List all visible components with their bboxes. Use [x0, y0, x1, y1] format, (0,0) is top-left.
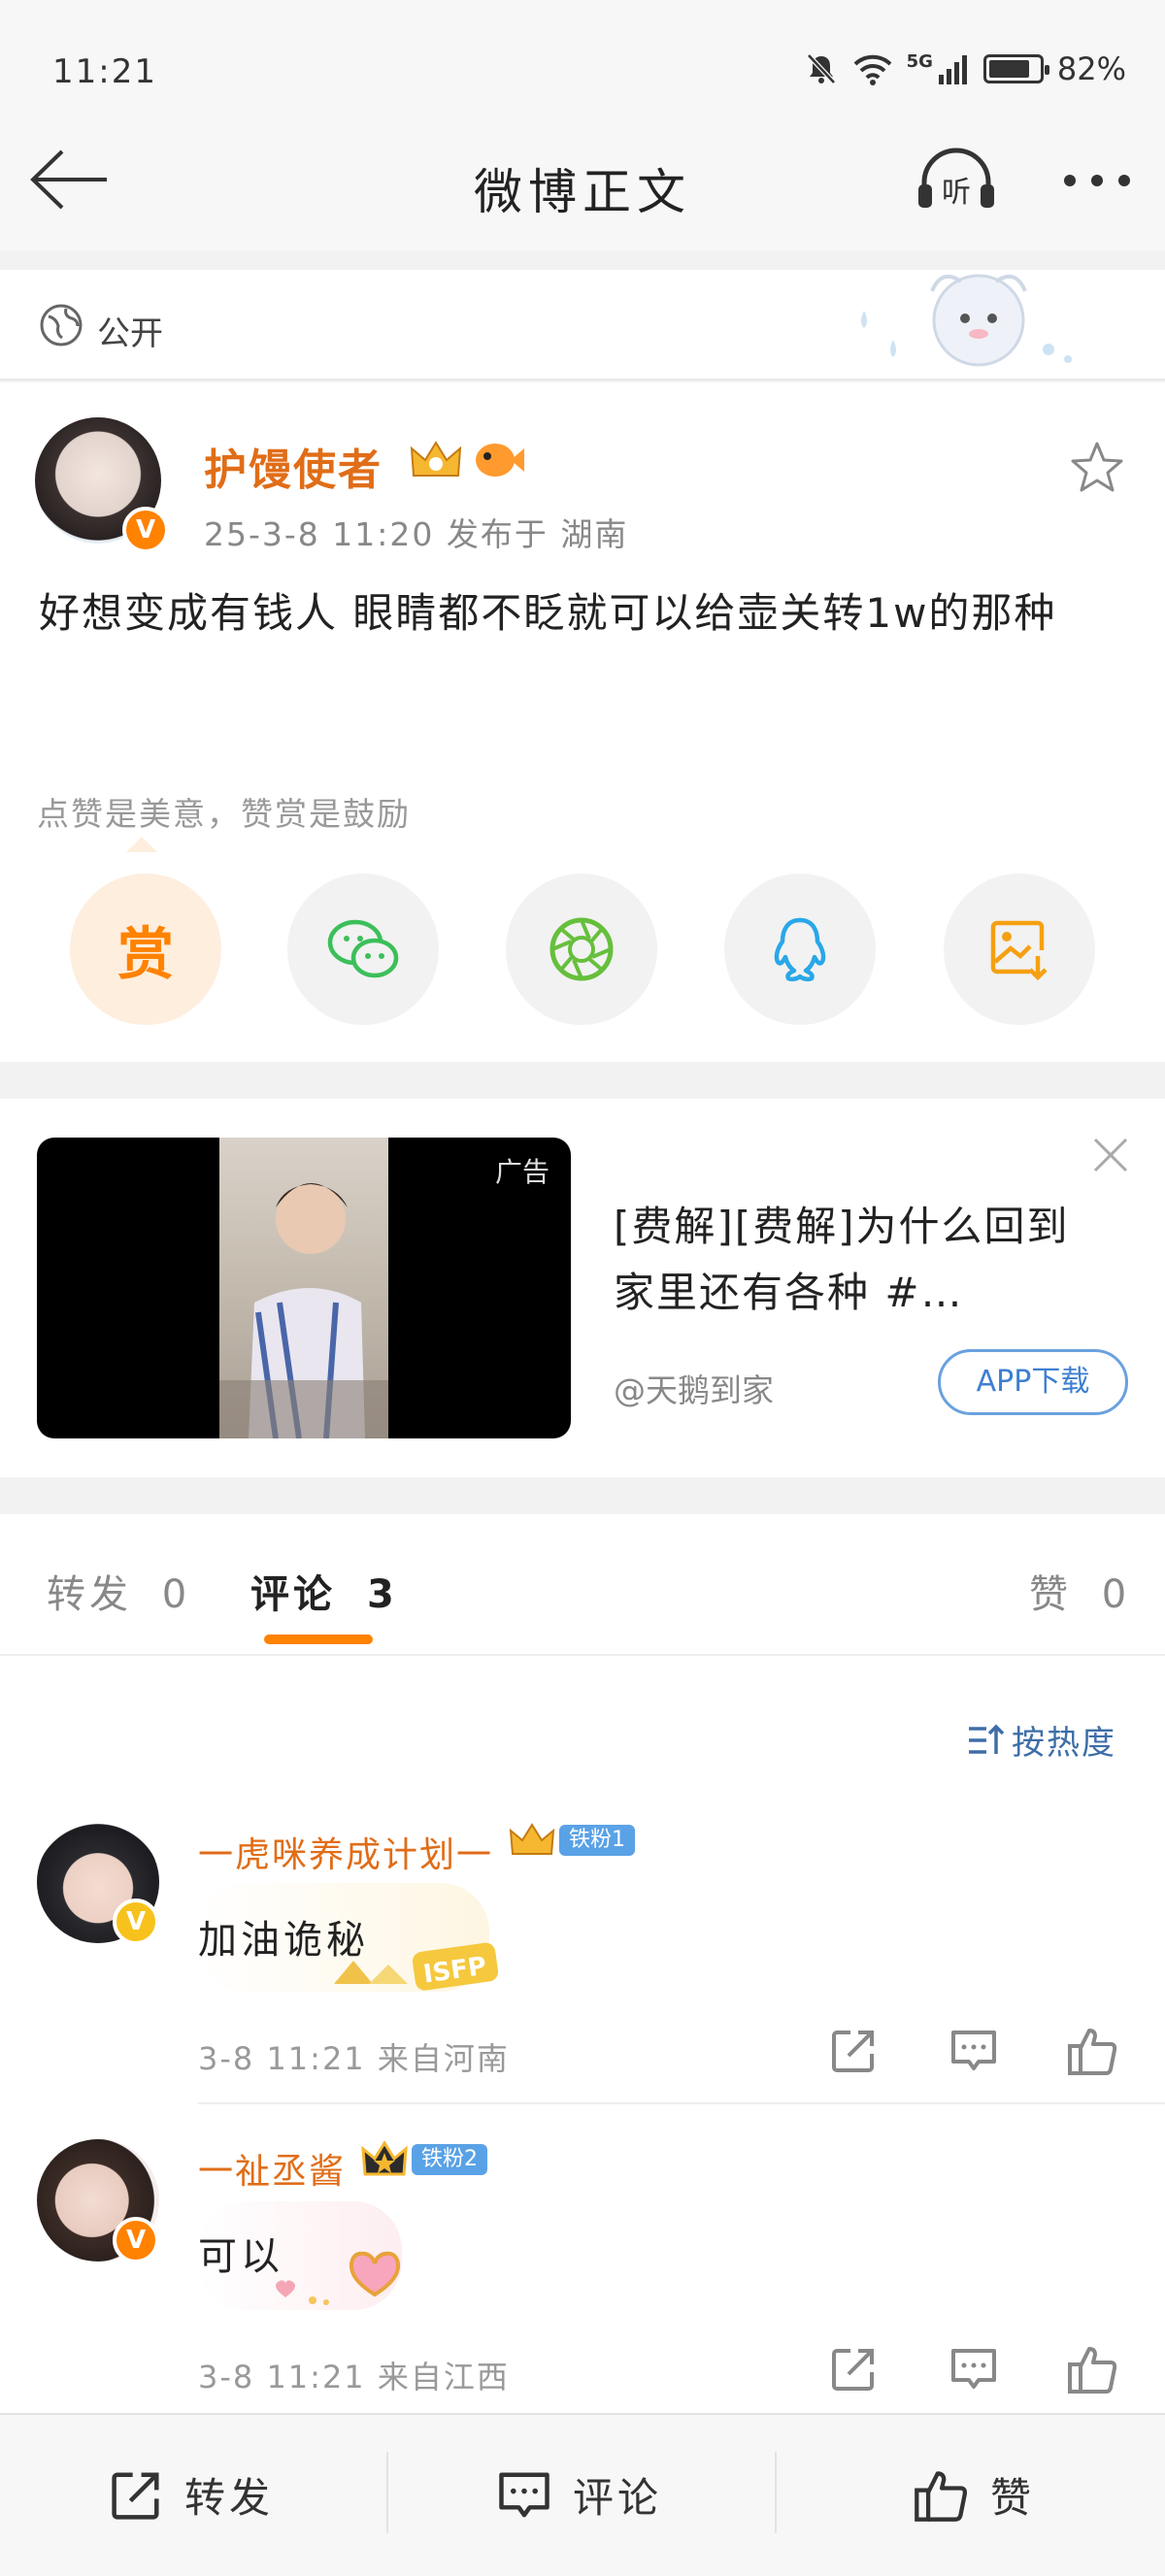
repost-icon	[832, 2031, 874, 2072]
sort-button[interactable]: 按热度	[967, 1716, 1116, 1764]
bottom-divider	[386, 2452, 388, 2533]
active-tab-indicator	[264, 1635, 373, 1644]
isfp-sticker: ISFP	[330, 1935, 505, 1998]
ad-thumbnail	[219, 1138, 388, 1438]
reward-button[interactable]: 赏	[70, 874, 221, 1025]
star-icon	[1071, 442, 1123, 492]
commenter-name[interactable]: 一虎咪养成计划一	[198, 1827, 493, 1877]
crown-badge-icon	[509, 1823, 555, 1855]
more-options-button[interactable]	[1058, 146, 1136, 214]
svg-text:听: 听	[942, 176, 971, 210]
ad-source[interactable]: @天鹅到家	[614, 1365, 774, 1411]
close-icon	[1093, 1138, 1128, 1172]
thumbs-up-icon	[1068, 2029, 1117, 2075]
battery-percent: 82%	[1056, 50, 1126, 87]
share-qq-button[interactable]	[724, 874, 876, 1025]
share-moments-button[interactable]	[506, 874, 657, 1025]
repost-icon	[832, 2349, 874, 2391]
listen-button[interactable]: 听	[913, 146, 1000, 214]
comment-repost-button[interactable]	[829, 2345, 878, 2394]
comment-meta: 3-8 11:21 来自江西	[198, 2359, 510, 2395]
thumbs-up-icon	[915, 2470, 968, 2522]
globe-icon	[39, 303, 83, 347]
image-download-icon	[990, 920, 1048, 981]
verified-badge-icon: V	[122, 507, 169, 553]
sort-icon	[969, 1724, 1005, 1754]
like-button[interactable]: 赞	[913, 2465, 1035, 2525]
reply-icon	[951, 2031, 996, 2070]
save-image-button[interactable]	[944, 874, 1095, 1025]
app-download-button[interactable]: APP下载	[938, 1349, 1128, 1415]
tab-likes[interactable]: 赞 0	[1029, 1563, 1130, 1619]
status-time: 11:21	[52, 52, 157, 91]
thumbs-up-icon	[1068, 2347, 1117, 2394]
heart-sticker	[262, 2232, 417, 2314]
bottom-divider	[775, 2452, 777, 2533]
headphones-icon: 听	[918, 148, 994, 210]
battery-icon	[982, 54, 1049, 83]
qq-icon	[774, 917, 826, 982]
post-text: 好想变成有钱人 眼睛都不眨就可以给壶关转1w的那种	[39, 589, 1057, 637]
post-meta: 25-3-8 11:20 发布于 湖南	[204, 515, 629, 553]
comment-reply-button[interactable]	[949, 2345, 998, 2394]
more-dots-icon	[1064, 175, 1130, 186]
decorative-sticker	[835, 262, 1087, 379]
comment-button[interactable]: 评论	[497, 2465, 662, 2525]
share-wechat-button[interactable]	[287, 874, 439, 1025]
repost-label: 转发	[184, 2474, 275, 2522]
crown-badge-icon	[408, 437, 464, 487]
commenter-name[interactable]: 一祉丞酱	[198, 2143, 346, 2194]
tab-comments[interactable]: 评论 3	[250, 1563, 398, 1619]
repost-button[interactable]: 转发	[109, 2465, 274, 2525]
mute-icon	[806, 53, 836, 84]
tip-pointer	[126, 837, 157, 852]
fan-level: 铁粉2	[412, 2144, 487, 2175]
reward-tip: 点赞是美意，赞赏是鼓励	[37, 795, 411, 833]
network-type: 5G	[906, 50, 933, 72]
visibility-label: 公开	[97, 314, 163, 353]
fan-level: 铁粉1	[559, 1825, 635, 1856]
like-label: 赞	[990, 2474, 1036, 2522]
tab-repost[interactable]: 转发 0	[47, 1563, 190, 1619]
signal-icon	[938, 55, 967, 84]
ad-video[interactable]: 广告	[37, 1138, 571, 1438]
status-indicators: 5G 82%	[804, 50, 1126, 87]
author-name[interactable]: 护馒使者	[204, 435, 383, 497]
comment-like-button[interactable]	[1066, 2025, 1117, 2075]
ad-close-button[interactable]	[1091, 1136, 1130, 1174]
fish-badge-icon	[472, 435, 526, 487]
comment-like-button[interactable]	[1066, 2343, 1117, 2394]
comment-icon	[499, 2471, 549, 2517]
ad-text[interactable]: [费解][费解]为什么回到家里还有各种 #…	[614, 1194, 1080, 1326]
fan-badge: 铁粉2	[361, 2139, 487, 2180]
verified-badge-icon: V	[113, 1899, 159, 1945]
comment-meta: 3-8 11:21 来自河南	[198, 2040, 510, 2077]
favorite-button[interactable]	[1068, 439, 1126, 497]
comment-divider	[198, 2102, 1165, 2104]
reply-icon	[951, 2349, 996, 2389]
ad-tag: 广告	[494, 1156, 549, 1188]
sort-label: 按热度	[1012, 1724, 1116, 1763]
comment-label: 评论	[573, 2474, 663, 2522]
reward-label: 赏	[116, 921, 174, 987]
repost-icon	[112, 2471, 159, 2520]
comment-repost-button[interactable]	[829, 2027, 878, 2075]
moments-icon	[549, 917, 614, 981]
fan-badge: 铁粉1	[509, 1821, 635, 1860]
crown-badge-icon	[361, 2140, 408, 2176]
wifi-icon	[853, 54, 891, 85]
comment-reply-button[interactable]	[949, 2027, 998, 2075]
wechat-icon	[327, 919, 399, 978]
verified-badge-icon: V	[113, 2217, 159, 2263]
